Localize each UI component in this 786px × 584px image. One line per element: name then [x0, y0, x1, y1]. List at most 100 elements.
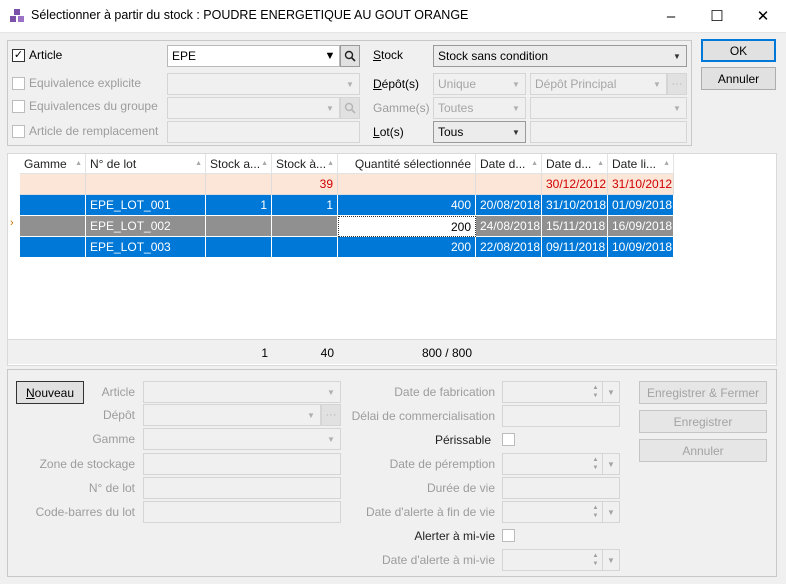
alerter-checkbox[interactable]	[502, 529, 515, 542]
detail-article-combo[interactable]: ▼	[143, 381, 341, 403]
close-icon[interactable]: ✕	[740, 0, 786, 32]
col-header-quantite[interactable]: Quantité sélectionnée	[338, 154, 476, 174]
article-search-icon[interactable]	[340, 45, 360, 67]
sort-icon: ▲	[327, 160, 334, 167]
article-remplacement-field[interactable]	[167, 121, 360, 143]
chevron-down-icon: ▼	[653, 79, 661, 89]
date-alerte-mi-field[interactable]: ▲ ▼ ▼	[502, 549, 620, 571]
spinner-icon: ▲ ▼	[592, 457, 599, 471]
lots-grid: Gamme ▲ N° de lot ▲ Stock a... ▲ Stock à...…	[7, 153, 777, 366]
date-peremption-label: Date de péremption	[389, 457, 495, 471]
chevron-down-icon: ▼	[673, 103, 681, 113]
stock-combo[interactable]: Stock sans condition ▼	[433, 45, 687, 67]
lot-label: Lot(s)	[373, 125, 404, 139]
detail-codebarres-field[interactable]	[143, 501, 341, 523]
col-header-date-2[interactable]: Date d... ▲	[542, 154, 608, 174]
col-header-date-1[interactable]: Date d... ▲	[476, 154, 542, 174]
lot-field[interactable]	[530, 121, 687, 143]
article-value: EPE	[172, 49, 197, 63]
detail-lot-label: N° de lot	[88, 481, 135, 495]
article-input[interactable]: EPE	[167, 45, 340, 67]
depot-more-icon[interactable]: ···	[667, 73, 687, 95]
depot-value: Dépôt Principal	[535, 77, 617, 91]
duree-field[interactable]	[502, 477, 620, 499]
minimize-icon[interactable]: –	[648, 0, 694, 32]
gamme-mode-combo[interactable]: Toutes ▼	[433, 97, 526, 119]
equiv-groupe-search-icon[interactable]	[340, 97, 360, 119]
footer-stock-total: 1	[261, 346, 268, 360]
lot-cell: EPE_LOT_003	[86, 237, 206, 258]
chevron-down-icon: ▼	[512, 103, 520, 113]
chevron-down-icon: ▼	[307, 410, 315, 420]
detail-lot-field[interactable]	[143, 477, 341, 499]
spinner-icon: ▲ ▼	[592, 505, 599, 519]
col-header-lot[interactable]: N° de lot ▲	[86, 154, 206, 174]
date-fab-label: Date de fabrication	[394, 385, 495, 399]
delai-field[interactable]	[502, 405, 620, 427]
gamme-mode-value: Toutes	[438, 101, 474, 115]
annuler-button[interactable]: Annuler	[701, 67, 776, 90]
depot-mode-combo[interactable]: Unique ▼	[433, 73, 526, 95]
summary-date-3: 31/10/2012	[608, 174, 674, 195]
lot-cell: EPE_LOT_002	[86, 216, 206, 237]
detail-depot-combo[interactable]: ▼	[143, 404, 321, 426]
quantite-edit-field[interactable]: 200	[338, 216, 476, 237]
article-remplacement-label: Article de remplacement	[29, 124, 159, 138]
gamme-combo[interactable]: ▼	[530, 97, 687, 119]
ok-button[interactable]: OK	[701, 39, 776, 62]
lot-mode-combo[interactable]: Tous ▼	[433, 121, 526, 143]
summary-stock: 39	[272, 174, 338, 195]
delai-label: Délai de commercialisation	[351, 409, 495, 423]
detail-gamme-combo[interactable]: ▼	[143, 428, 341, 450]
gamme-label: Gamme(s)	[373, 101, 430, 115]
stock-value: Stock sans condition	[438, 49, 549, 63]
equiv-groupe-checkbox[interactable]	[12, 100, 25, 113]
window-title: Sélectionner à partir du stock : POUDRE …	[31, 8, 469, 22]
maximize-icon[interactable]: ☐	[694, 0, 740, 32]
equiv-groupe-combo[interactable]: ▼	[167, 97, 340, 119]
sort-icon: ▲	[75, 160, 82, 167]
col-header-stock-a[interactable]: Stock a... ▲	[206, 154, 272, 174]
equiv-explicite-label: Equivalence explicite	[29, 76, 142, 90]
chevron-down-icon: ▼	[512, 79, 520, 89]
spinner-icon: ▲ ▼	[592, 385, 599, 399]
chevron-down-icon: ▼	[326, 103, 334, 113]
chevron-down-icon: ▼	[346, 79, 354, 89]
date-alerte-fin-field[interactable]: ▲ ▼ ▼	[502, 501, 620, 523]
footer-stock-a-total: 40	[320, 346, 334, 360]
footer-quantite-total: 800 / 800	[421, 346, 472, 360]
perissable-checkbox[interactable]	[502, 433, 515, 446]
chevron-down-icon: ▼	[602, 454, 619, 474]
sort-icon: ▲	[663, 160, 670, 167]
equiv-explicite-checkbox[interactable]	[12, 77, 25, 90]
detail-codebarres-label: Code-barres du lot	[35, 505, 135, 519]
enregistrer-fermer-button[interactable]: Enregistrer & Fermer	[639, 381, 767, 404]
perissable-label: Périssable	[434, 433, 491, 447]
sort-icon: ▲	[531, 160, 538, 167]
enregistrer-button[interactable]: Enregistrer	[639, 410, 767, 433]
date-fab-field[interactable]: ▲ ▼ ▼	[502, 381, 620, 403]
col-header-gamme[interactable]: Gamme ▲	[20, 154, 86, 174]
date-peremption-field[interactable]: ▲ ▼ ▼	[502, 453, 620, 475]
depot-combo[interactable]: Dépôt Principal ▼	[530, 73, 667, 95]
chevron-down-icon: ▼	[512, 127, 520, 137]
detail-annuler-button[interactable]: Annuler	[639, 439, 767, 462]
current-row-icon: ›	[10, 217, 14, 229]
article-dropdown-icon[interactable]: ▼	[320, 45, 340, 67]
col-header-date-3[interactable]: Date li... ▲	[608, 154, 674, 174]
quantite-cell[interactable]: 200	[338, 237, 476, 258]
article-checkbox[interactable]: ✓	[12, 49, 25, 62]
detail-gamme-label: Gamme	[92, 432, 135, 446]
col-header-stock-b[interactable]: Stock à... ▲	[272, 154, 338, 174]
article-remplacement-checkbox[interactable]	[12, 125, 25, 138]
equiv-explicite-combo[interactable]: ▼	[167, 73, 360, 95]
detail-zone-label: Zone de stockage	[39, 457, 135, 471]
lot-cell: EPE_LOT_001	[86, 195, 206, 216]
quantite-cell[interactable]: 400	[338, 195, 476, 216]
grid-footer: 1 40 800 / 800	[8, 339, 776, 364]
alerter-label: Alerter à mi-vie	[414, 529, 495, 543]
detail-depot-more-icon[interactable]: ···	[321, 404, 341, 426]
date-alerte-mi-label: Date d'alerte à mi-vie	[381, 553, 495, 567]
detail-zone-field[interactable]	[143, 453, 341, 475]
app-icon	[10, 9, 24, 22]
